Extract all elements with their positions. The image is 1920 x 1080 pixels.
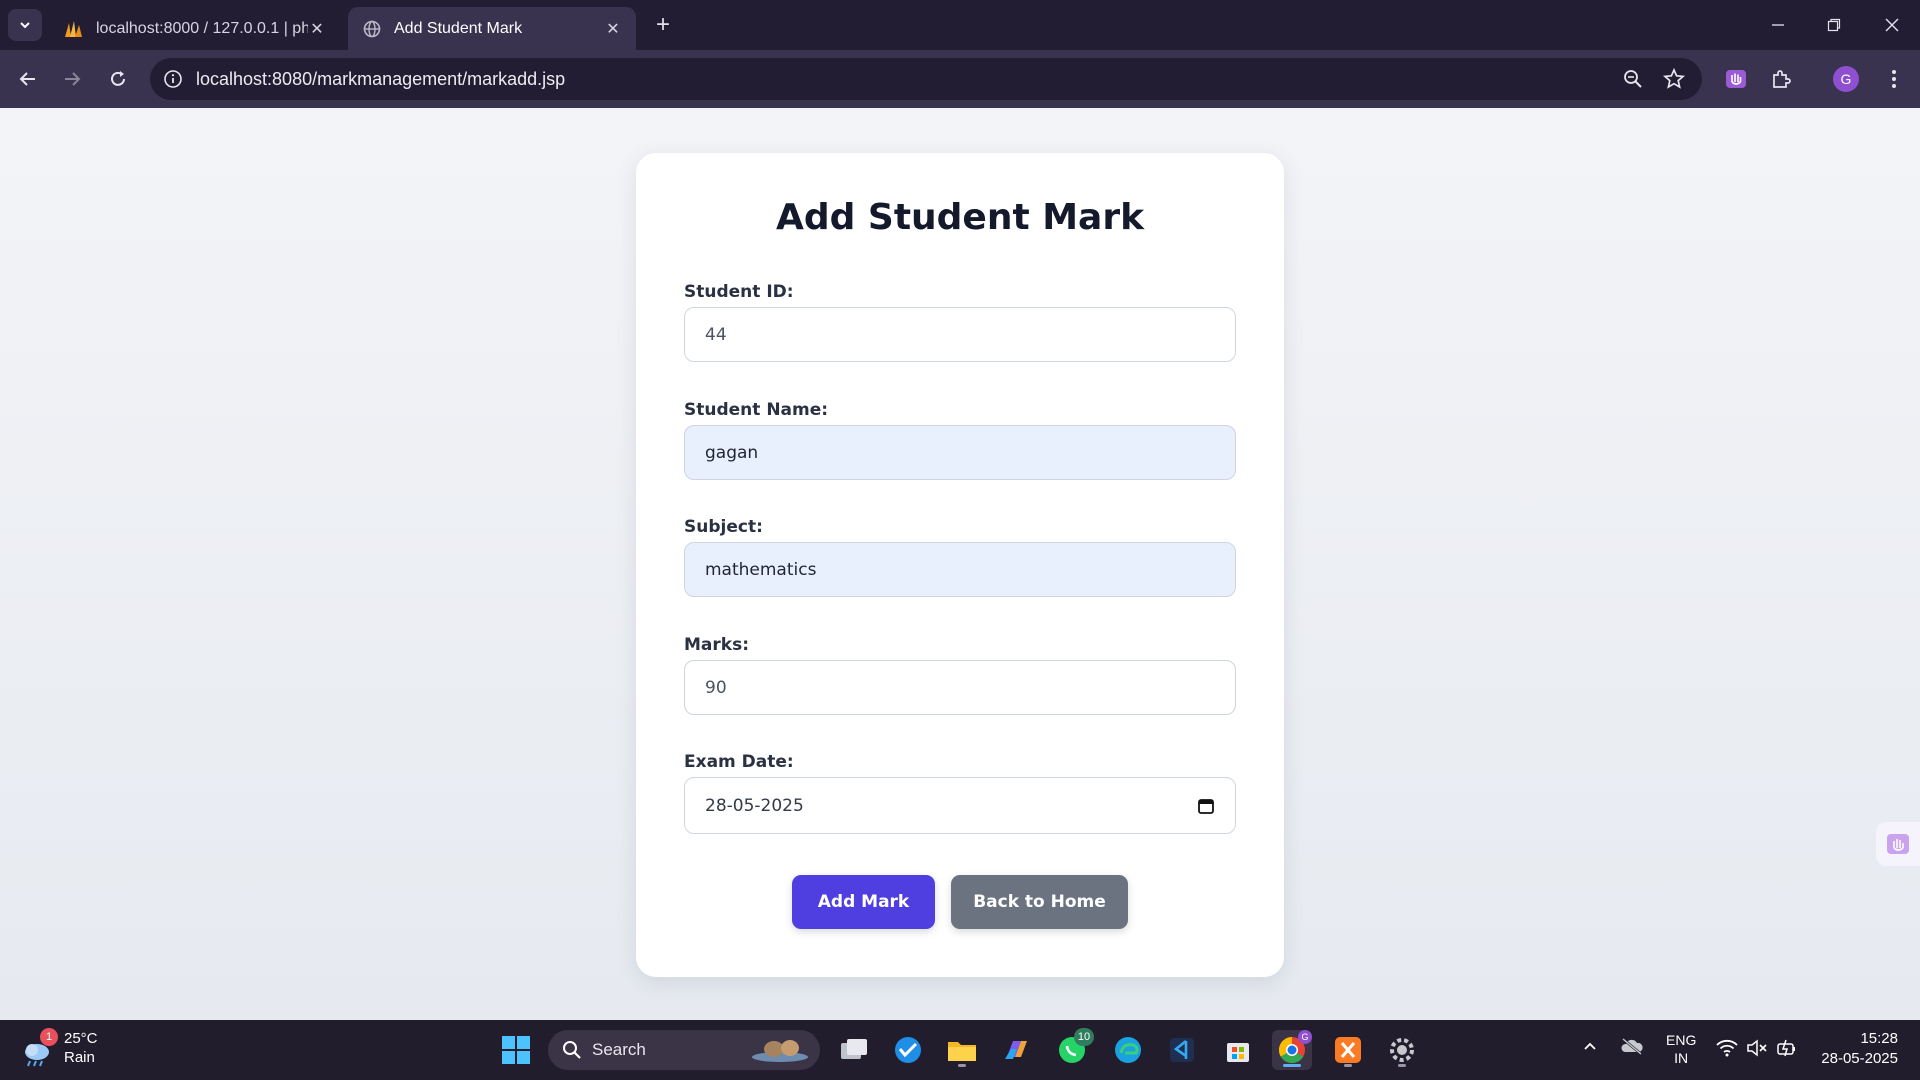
language-code: ENG [1666,1032,1697,1048]
running-indicator [1344,1064,1352,1067]
running-indicator [1283,1064,1301,1067]
chevron-down-icon [20,22,30,29]
weather-widget[interactable]: 1 25°C Rain [20,1028,98,1068]
battery-charging-icon[interactable] [1776,1038,1798,1062]
profile-initial: G [1833,66,1859,92]
onedrive-offline-icon[interactable] [1620,1037,1644,1059]
tab-add-student-mark[interactable]: Add Student Mark ✕ [348,7,636,50]
microsoft-store-icon[interactable] [1218,1030,1258,1070]
tab-phpmyadmin[interactable]: localhost:8000 / 127.0.0.1 | phpMyAdmin … [50,7,340,50]
site-info-icon[interactable] [162,68,184,90]
close-window-icon[interactable] [1872,10,1912,40]
windows-taskbar: 1 25°C Rain Search 10 G ENG IN 15:28 28-… [0,1020,1920,1080]
forward-button[interactable] [56,63,88,95]
arrow-right-icon [65,72,81,86]
restore-icon[interactable] [1814,10,1854,40]
form-actions: Add Mark Back to Home [636,108,1284,1020]
close-tab-icon[interactable]: ✕ [308,20,326,38]
extensions-puzzle-icon[interactable] [1767,65,1795,93]
file-explorer-icon[interactable] [942,1030,982,1070]
volume-muted-icon[interactable] [1746,1039,1768,1061]
app-blue-icon[interactable] [888,1030,928,1070]
weather-desc: Rain [64,1049,95,1066]
address-bar[interactable]: localhost:8080/markmanagement/markadd.js… [150,58,1702,100]
phpmyadmin-icon [64,19,84,39]
arrow-left-icon [19,72,35,86]
windows-logo-icon [502,1036,530,1064]
reload-button[interactable] [102,63,134,95]
page-viewport: Add Student Mark Student ID: 44 Student … [0,108,1920,1020]
extension-hand-icon[interactable] [1722,65,1750,93]
tab-search-button[interactable] [8,9,42,41]
search-highlight-icon [750,1033,810,1068]
hand-icon [1887,834,1909,854]
running-indicator [958,1064,966,1067]
whatsapp-icon[interactable]: 10 [1052,1028,1094,1070]
minimize-icon[interactable] [1758,10,1798,40]
browser-toolbar: localhost:8080/markmanagement/markadd.js… [0,50,1920,108]
vscode-icon[interactable] [1162,1030,1202,1070]
browser-menu-icon[interactable] [1880,65,1908,93]
browser-tab-bar: localhost:8000 / 127.0.0.1 | phpMyAdmin … [0,0,1920,50]
search-icon [563,1041,581,1059]
tab-title: localhost:8000 / 127.0.0.1 | phpMyAdmin [96,19,308,37]
wifi-icon[interactable] [1716,1039,1738,1061]
task-view-icon[interactable] [834,1030,874,1070]
clock-date: 28-05-2025 [1821,1050,1898,1067]
rain-cloud-icon: 1 [20,1028,60,1068]
system-clock[interactable]: 15:28 28-05-2025 [1821,1029,1898,1069]
chrome-icon[interactable]: G [1272,1030,1312,1070]
url-text[interactable]: localhost:8080/markmanagement/markadd.js… [196,69,565,90]
taskbar-search-box[interactable]: Search [548,1030,820,1070]
start-button[interactable] [496,1030,536,1070]
globe-icon [362,19,382,39]
zoom-icon[interactable] [1622,68,1646,92]
new-tab-button[interactable]: + [650,11,676,38]
back-button[interactable] [12,63,44,95]
reload-icon [111,71,125,86]
settings-gear-icon[interactable] [1382,1030,1422,1070]
weather-badge: 1 [40,1028,58,1046]
profile-avatar[interactable]: G [1832,65,1860,93]
edge-icon[interactable] [1108,1030,1148,1070]
clock-time: 15:28 [1860,1030,1898,1047]
language-region: IN [1674,1050,1689,1066]
show-hidden-icons-chevron[interactable] [1582,1038,1598,1058]
running-indicator [1398,1064,1406,1067]
close-tab-icon[interactable]: ✕ [604,20,622,38]
search-label: Search [592,1040,646,1059]
back-to-home-button[interactable]: Back to Home [951,875,1128,929]
whatsapp-badge: 10 [1074,1028,1094,1046]
xampp-icon[interactable] [1328,1030,1368,1070]
floating-extension-button[interactable] [1876,822,1920,866]
tab-title: Add Student Mark [394,19,523,37]
input-language-indicator[interactable]: ENG IN [1666,1031,1696,1067]
copilot-icon[interactable] [996,1030,1036,1070]
weather-temp: 25°C [64,1030,98,1047]
chrome-profile-badge: G [1298,1030,1312,1044]
add-mark-button[interactable]: Add Mark [792,875,935,929]
bookmark-star-icon[interactable] [1662,67,1686,91]
